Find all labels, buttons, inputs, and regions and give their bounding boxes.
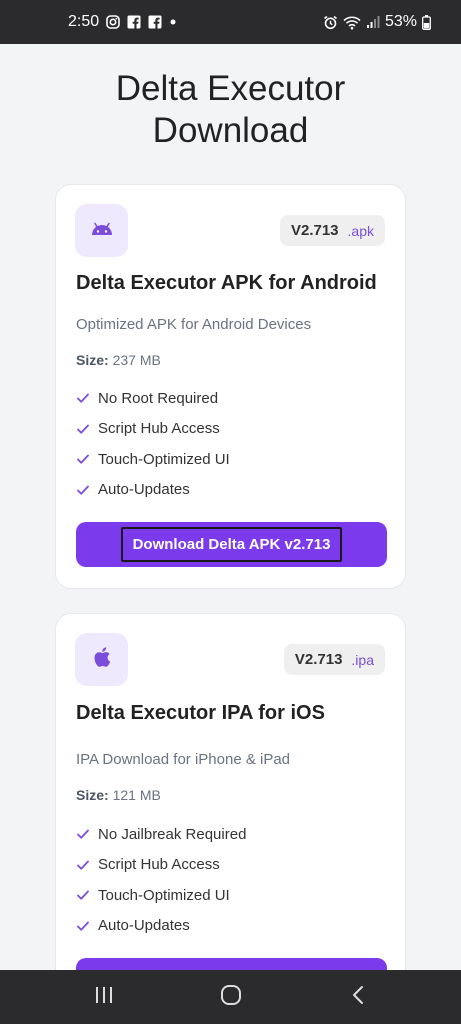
check-icon [76,858,90,872]
back-icon [351,985,365,1010]
recent-apps-button[interactable] [84,977,124,1017]
version-number: V2.713 [290,222,339,239]
feature-text: Auto-Updates [98,917,190,935]
check-icon [76,422,90,436]
download-apk-button-label: Download Delta APK v2.713 [120,527,343,562]
file-size: Size: 121 MB [76,787,161,803]
size-value: 237 MB [112,352,161,368]
download-apk-button[interactable]: Download Delta APK v2.713 [76,522,387,567]
card-subtitle: IPA Download for iPhone & iPad [76,751,291,768]
check-icon [76,391,90,405]
recent-apps-icon [94,986,114,1009]
feature-item: No Jailbreak Required [76,819,246,850]
android-download-card: V2.713 .apk Delta Executor APK for Andro… [55,184,406,589]
status-bar: 2:50 53% [0,0,461,44]
feature-text: Touch-Optimized UI [98,886,230,904]
card-subtitle: Optimized APK for Android Devices [76,316,312,333]
signal-icon [366,15,380,29]
check-icon [76,919,90,933]
file-extension: .ipa [351,651,374,668]
feature-item: Script Hub Access [76,850,246,881]
page-title-line2: Download [152,111,309,150]
feature-text: No Jailbreak Required [98,825,247,843]
feature-item: Auto-Updates [76,911,246,942]
page-content: Delta Executor Download V2.713 .apk Delt… [0,44,461,970]
feature-item: Touch-Optimized UI [76,880,246,911]
home-button[interactable] [211,977,251,1017]
check-icon [76,452,90,466]
feature-item: No Root Required [76,383,230,414]
version-badge: V2.713 .ipa [283,644,385,675]
home-icon [220,984,242,1011]
alarm-icon [323,15,338,30]
version-badge: V2.713 .apk [279,215,385,246]
feature-text: Auto-Updates [98,481,190,499]
apple-icon [93,647,111,672]
feature-text: No Root Required [98,389,219,407]
android-badge [75,204,128,257]
check-icon [76,483,90,497]
check-icon [76,827,90,841]
size-value: 121 MB [112,787,161,803]
feature-item: Auto-Updates [76,475,230,506]
battery-percent: 53% [384,13,417,30]
system-nav-bar [0,970,461,1024]
notification-dot-icon [169,18,177,26]
card-title: Delta Executor APK for Android [76,272,377,294]
card-title: Delta Executor IPA for iOS [76,702,325,724]
facebook-icon [127,15,141,29]
back-button[interactable] [338,977,378,1017]
feature-item: Script Hub Access [76,414,230,445]
feature-text: Touch-Optimized UI [98,450,230,468]
feature-list: No Root Required Script Hub Access Touch… [76,383,230,505]
check-icon [76,888,90,902]
feature-list: No Jailbreak Required Script Hub Access … [76,819,246,941]
facebook-icon [148,15,162,29]
battery-icon [422,14,431,30]
feature-text: Script Hub Access [98,420,220,438]
ios-badge [75,633,128,686]
feature-text: Script Hub Access [98,856,220,874]
download-ipa-button[interactable] [76,958,387,970]
file-size: Size: 237 MB [76,352,161,368]
version-number: V2.713 [294,651,343,668]
instagram-icon [106,15,120,29]
page-title-line1: Delta Executor [115,69,346,108]
ios-download-card: V2.713 .ipa Delta Executor IPA for iOS I… [55,613,406,970]
size-label: Size: [76,352,109,368]
feature-item: Touch-Optimized UI [76,444,230,475]
status-time: 2:50 [68,13,100,30]
size-label: Size: [76,787,109,803]
wifi-icon [343,15,361,30]
android-icon [89,220,115,241]
file-extension: .apk [347,222,374,239]
page-title: Delta Executor Download [0,68,461,152]
